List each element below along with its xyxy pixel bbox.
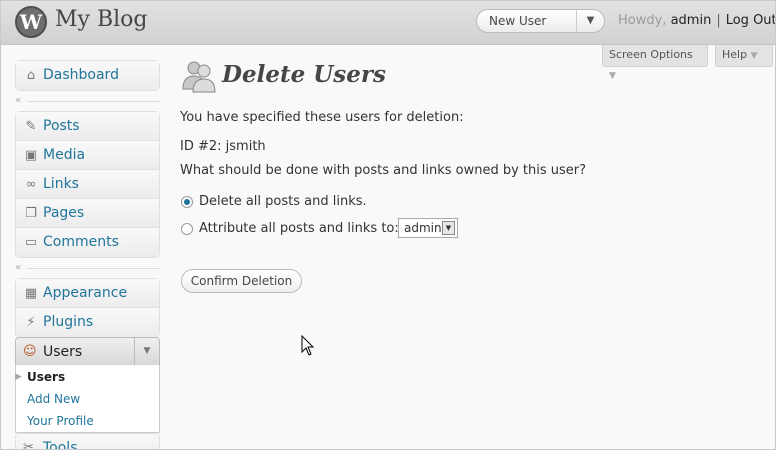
tools-icon: ✂ xyxy=(23,440,34,450)
sidebar-item-users[interactable]: ☺ Users ▼ xyxy=(15,337,160,366)
divider xyxy=(27,268,160,269)
site-title[interactable]: My Blog xyxy=(55,7,147,32)
sidebar-item-label: Posts xyxy=(43,118,80,134)
sidebar-item-label: Dashboard xyxy=(43,67,119,83)
chevron-down-icon[interactable]: ▼ xyxy=(134,338,159,365)
menu-group-content: ✎ Posts ▣ Media ∞ Links ❐ Pages ▭ Commen… xyxy=(15,111,160,258)
submenu-item-users[interactable]: Users xyxy=(27,370,65,384)
favorite-action-label[interactable]: New User xyxy=(489,14,546,28)
current-pointer-icon: ▶ xyxy=(15,372,22,382)
sidebar-item-dashboard[interactable]: ⌂ Dashboard xyxy=(16,61,159,90)
chevron-down-icon: ▼ xyxy=(750,51,758,61)
wordpress-logo-icon[interactable]: W xyxy=(15,6,47,38)
greeting-text: Howdy, xyxy=(618,13,667,28)
pin-icon: ✎ xyxy=(25,119,37,134)
divider xyxy=(27,101,160,102)
help-label: Help xyxy=(722,48,748,61)
menu-group-dashboard: ⌂ Dashboard xyxy=(15,60,160,91)
sidebar-item-label: Plugins xyxy=(43,314,94,330)
confirm-deletion-button[interactable]: Confirm Deletion xyxy=(181,269,302,293)
logout-link[interactable]: Log Out xyxy=(726,13,775,28)
attribute-option-radio[interactable] xyxy=(181,223,193,235)
help-tab[interactable]: Help ▼ xyxy=(715,45,773,67)
pages-icon: ❐ xyxy=(25,206,37,221)
mouse-cursor-icon xyxy=(301,335,315,356)
sidebar-item-appearance[interactable]: ▦ Appearance xyxy=(16,279,159,308)
appearance-icon: ▦ xyxy=(24,286,38,301)
menu-separator[interactable]: « xyxy=(15,262,160,274)
posts-question-text: What should be done with posts and links… xyxy=(180,163,587,178)
menu-separator[interactable]: « xyxy=(15,95,160,107)
dashboard-icon: ⌂ xyxy=(26,68,36,83)
sidebar-item-posts[interactable]: ✎ Posts xyxy=(16,112,159,141)
separator: | xyxy=(716,13,721,28)
sidebar-item-label: Users xyxy=(43,344,83,360)
select-value: admin xyxy=(404,221,442,235)
chevron-down-icon[interactable]: ▼ xyxy=(576,10,604,32)
sidebar-item-pages[interactable]: ❐ Pages xyxy=(16,199,159,228)
attribute-option-label[interactable]: Attribute all posts and links to: xyxy=(199,221,399,236)
sidebar-item-label: Media xyxy=(43,147,86,163)
chevron-down-icon: ▼ xyxy=(609,71,616,81)
chevron-down-icon[interactable]: ▼ xyxy=(442,221,455,235)
link-icon: ∞ xyxy=(25,177,37,192)
media-icon: ▣ xyxy=(24,148,38,163)
delete-option-radio[interactable] xyxy=(181,196,193,208)
user-info: Howdy, admin | Log Out xyxy=(618,13,775,28)
user-entry: ID #2: jsmith xyxy=(180,139,266,154)
users-submenu: ▶ Users Add New Your Profile xyxy=(15,365,160,433)
delete-option-label[interactable]: Delete all posts and links. xyxy=(199,194,367,209)
admin-header: W My Blog New User ▼ Howdy, admin | Log Ou… xyxy=(1,1,775,45)
collapse-arrows-icon: « xyxy=(15,95,22,106)
users-page-icon xyxy=(182,61,216,93)
username-link[interactable]: admin xyxy=(671,13,712,28)
sidebar-item-label: Links xyxy=(43,176,79,192)
sidebar-item-plugins[interactable]: ⚡ Plugins xyxy=(16,308,159,337)
favorite-actions-dropdown[interactable]: New User ▼ xyxy=(476,9,605,33)
sidebar-item-label: Appearance xyxy=(43,285,128,301)
browser-viewport: W My Blog New User ▼ Howdy, admin | Log Ou… xyxy=(0,0,776,450)
sidebar-item-links[interactable]: ∞ Links xyxy=(16,170,159,199)
sidebar-item-label: Comments xyxy=(43,234,119,250)
sidebar-item-comments[interactable]: ▭ Comments xyxy=(16,228,159,257)
submenu-item-add-new[interactable]: Add New xyxy=(27,392,80,406)
submenu-item-your-profile[interactable]: Your Profile xyxy=(27,414,94,428)
sidebar-item-label: Tools xyxy=(43,440,78,450)
comment-icon: ▭ xyxy=(24,235,38,250)
screen-options-tab[interactable]: Screen Options ▼ xyxy=(602,45,708,81)
page-title: Delete Users xyxy=(222,61,386,88)
sidebar-item-tools[interactable]: ✂ Tools xyxy=(15,433,160,450)
screen-options-label: Screen Options xyxy=(609,48,693,61)
sidebar-item-label: Pages xyxy=(43,205,85,221)
sidebar-item-media[interactable]: ▣ Media xyxy=(16,141,159,170)
plugin-icon: ⚡ xyxy=(26,315,36,330)
attribute-user-select[interactable]: admin ▼ xyxy=(398,218,458,238)
collapse-arrows-icon: « xyxy=(15,262,22,273)
users-icon: ☺ xyxy=(23,344,37,359)
menu-group-appearance: ▦ Appearance ⚡ Plugins xyxy=(15,278,160,338)
deletion-intro-text: You have specified these users for delet… xyxy=(180,110,464,125)
